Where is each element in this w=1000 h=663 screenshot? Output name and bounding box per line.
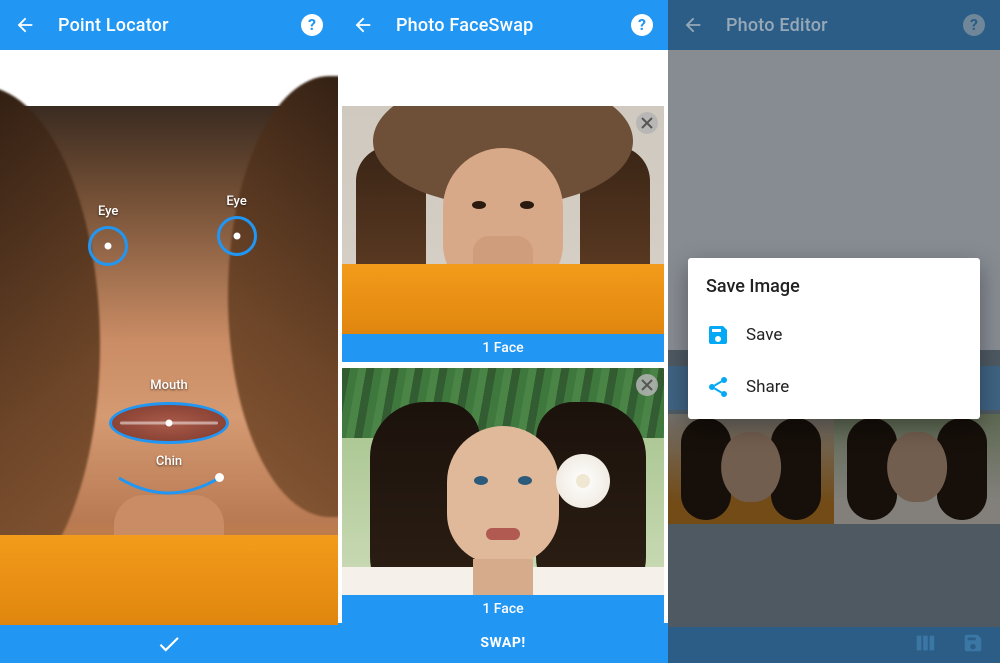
editor-bottombar: [668, 627, 1000, 663]
marker-label: Eye: [98, 204, 118, 219]
topbar-faceswap: Photo FaceSwap ?: [338, 0, 668, 50]
checkmark-icon: [156, 631, 182, 657]
ad-banner-slot: [338, 50, 668, 106]
source-photo-2[interactable]: 1 Face: [342, 368, 664, 624]
source-photos-grid: 1 Face 1 Face: [342, 106, 664, 623]
share-icon: [706, 375, 730, 399]
marker-eye-right[interactable]: Eye: [217, 216, 257, 256]
close-icon: [641, 117, 653, 129]
layout-icon[interactable]: [914, 632, 936, 658]
save-icon[interactable]: [962, 632, 984, 658]
result-thumb-2: [834, 414, 1000, 524]
topbar-editor: Photo Editor ?: [668, 0, 1000, 50]
help-icon[interactable]: ?: [300, 13, 324, 37]
dialog-share-option[interactable]: Share: [706, 361, 962, 413]
help-icon[interactable]: ?: [962, 13, 986, 37]
page-title: Photo FaceSwap: [396, 15, 608, 36]
marker-mouth[interactable]: Mouth: [109, 402, 229, 444]
result-thumb-1: [668, 414, 834, 524]
remove-photo-button[interactable]: [636, 374, 658, 396]
dialog-title: Save Image: [706, 276, 962, 297]
dialog-option-label: Share: [746, 377, 789, 397]
confirm-button[interactable]: [0, 625, 338, 663]
marker-label: Eye: [226, 194, 246, 209]
swap-button[interactable]: SWAP!: [338, 623, 668, 663]
topbar-point-locator: Point Locator ?: [0, 0, 338, 50]
back-icon[interactable]: [352, 14, 374, 36]
close-icon: [641, 379, 653, 391]
source-photo-1[interactable]: 1 Face: [342, 106, 664, 362]
page-title: Photo Editor: [726, 15, 940, 36]
screen-photo-editor: Photo Editor ? Save Image: [668, 0, 1000, 663]
face-count-badge: 1 Face: [342, 334, 664, 362]
remove-photo-button[interactable]: [636, 112, 658, 134]
svg-text:?: ?: [638, 15, 646, 34]
screen-point-locator: Point Locator ? Eye Eye Mouth: [0, 0, 338, 663]
marker-label: Chin: [156, 454, 182, 469]
marker-eye-left[interactable]: Eye: [88, 226, 128, 266]
marker-label: Mouth: [150, 378, 188, 393]
dialog-option-label: Save: [746, 325, 782, 345]
dialog-save-option[interactable]: Save: [706, 309, 962, 361]
svg-text:?: ?: [970, 15, 978, 34]
marker-chin[interactable]: Chin: [115, 474, 223, 504]
svg-text:?: ?: [308, 15, 316, 34]
face-photo[interactable]: Eye Eye Mouth Chin: [0, 106, 338, 625]
save-icon: [706, 323, 730, 347]
back-icon[interactable]: [682, 14, 704, 36]
page-title: Point Locator: [58, 15, 278, 36]
save-image-dialog: Save Image Save Share: [688, 258, 980, 419]
swap-button-label: SWAP!: [480, 635, 525, 651]
help-icon[interactable]: ?: [630, 13, 654, 37]
face-count-badge: 1 Face: [342, 595, 664, 623]
screen-photo-faceswap: Photo FaceSwap ?: [338, 0, 668, 663]
back-icon[interactable]: [14, 14, 36, 36]
